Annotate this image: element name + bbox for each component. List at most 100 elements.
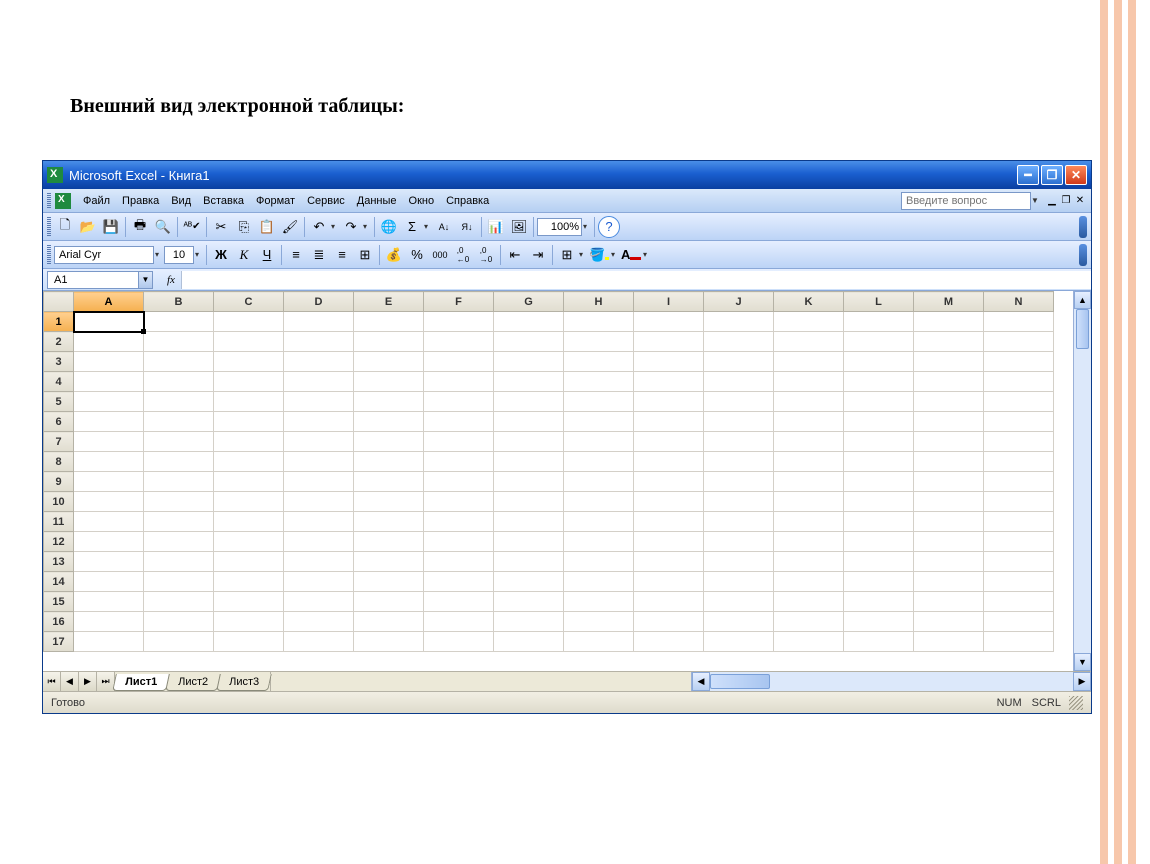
cell[interactable] bbox=[914, 432, 984, 452]
cell[interactable] bbox=[494, 372, 564, 392]
cell[interactable] bbox=[424, 312, 494, 332]
cell[interactable] bbox=[634, 592, 704, 612]
row-header[interactable]: 1 bbox=[44, 312, 74, 332]
tab-next-icon[interactable]: ▶ bbox=[79, 672, 97, 691]
cell[interactable] bbox=[704, 592, 774, 612]
cell[interactable] bbox=[774, 512, 844, 532]
cell[interactable] bbox=[704, 532, 774, 552]
cell[interactable] bbox=[144, 492, 214, 512]
cell[interactable] bbox=[284, 392, 354, 412]
cell[interactable] bbox=[564, 532, 634, 552]
open-icon[interactable]: 📂 bbox=[77, 216, 99, 238]
help-search-input[interactable] bbox=[901, 192, 1031, 210]
cell[interactable] bbox=[74, 492, 144, 512]
cell[interactable] bbox=[634, 472, 704, 492]
cell[interactable] bbox=[774, 452, 844, 472]
cell[interactable] bbox=[214, 452, 284, 472]
cell[interactable] bbox=[704, 312, 774, 332]
cell[interactable] bbox=[354, 432, 424, 452]
cell[interactable] bbox=[774, 572, 844, 592]
cell[interactable] bbox=[74, 312, 144, 332]
cell[interactable] bbox=[494, 432, 564, 452]
cell[interactable] bbox=[74, 572, 144, 592]
toolbar-end-grip[interactable] bbox=[1079, 216, 1087, 238]
scroll-down-icon[interactable]: ▼ bbox=[1074, 653, 1091, 671]
cell[interactable] bbox=[494, 392, 564, 412]
mdi-restore-button[interactable]: ❐ bbox=[1059, 195, 1073, 206]
cell[interactable] bbox=[984, 532, 1054, 552]
cell[interactable] bbox=[354, 332, 424, 352]
cell[interactable] bbox=[984, 392, 1054, 412]
cell[interactable] bbox=[214, 332, 284, 352]
chart-wizard-icon[interactable]: 📊 bbox=[485, 216, 507, 238]
cell[interactable] bbox=[284, 492, 354, 512]
cell[interactable] bbox=[214, 352, 284, 372]
cell[interactable] bbox=[284, 632, 354, 652]
cell[interactable] bbox=[354, 412, 424, 432]
tab-prev-icon[interactable]: ◀ bbox=[61, 672, 79, 691]
cell[interactable] bbox=[144, 412, 214, 432]
cell[interactable] bbox=[704, 452, 774, 472]
row-header[interactable]: 4 bbox=[44, 372, 74, 392]
column-header[interactable]: F bbox=[424, 292, 494, 312]
cell[interactable] bbox=[74, 532, 144, 552]
borders-dropdown-icon[interactable]: ▾ bbox=[579, 250, 587, 259]
cell[interactable] bbox=[74, 432, 144, 452]
cell[interactable] bbox=[144, 452, 214, 472]
cell[interactable] bbox=[774, 552, 844, 572]
cell[interactable] bbox=[424, 372, 494, 392]
cell[interactable] bbox=[634, 632, 704, 652]
cell[interactable] bbox=[984, 612, 1054, 632]
zoom-dropdown-icon[interactable]: ▾ bbox=[583, 222, 591, 231]
cell[interactable] bbox=[634, 352, 704, 372]
row-header[interactable]: 5 bbox=[44, 392, 74, 412]
cell[interactable] bbox=[494, 352, 564, 372]
cell[interactable] bbox=[704, 572, 774, 592]
print-icon[interactable]: 🖶 bbox=[129, 216, 151, 238]
cell[interactable] bbox=[424, 632, 494, 652]
align-center-icon[interactable]: ≣ bbox=[308, 244, 330, 266]
cell[interactable] bbox=[914, 352, 984, 372]
sheet-tab[interactable]: Лист3 bbox=[216, 674, 272, 691]
cell[interactable] bbox=[354, 552, 424, 572]
cell[interactable] bbox=[564, 392, 634, 412]
cell[interactable] bbox=[144, 332, 214, 352]
cell[interactable] bbox=[844, 612, 914, 632]
menu-insert[interactable]: Вставка bbox=[197, 193, 250, 209]
cell[interactable] bbox=[704, 432, 774, 452]
mdi-close-button[interactable]: ✕ bbox=[1073, 195, 1087, 206]
cell[interactable] bbox=[494, 412, 564, 432]
sheet-tab-active[interactable]: Лист1 bbox=[112, 674, 170, 691]
cell[interactable] bbox=[564, 592, 634, 612]
cell[interactable] bbox=[424, 552, 494, 572]
column-header[interactable]: D bbox=[284, 292, 354, 312]
column-header[interactable]: L bbox=[844, 292, 914, 312]
redo-icon[interactable]: ↷ bbox=[340, 216, 362, 238]
cell[interactable] bbox=[144, 512, 214, 532]
cell[interactable] bbox=[634, 512, 704, 532]
cell[interactable] bbox=[774, 612, 844, 632]
column-header[interactable]: M bbox=[914, 292, 984, 312]
cell[interactable] bbox=[634, 312, 704, 332]
cell[interactable] bbox=[914, 312, 984, 332]
cell[interactable] bbox=[354, 452, 424, 472]
cell[interactable] bbox=[634, 552, 704, 572]
cell[interactable] bbox=[984, 412, 1054, 432]
cell[interactable] bbox=[144, 632, 214, 652]
row-header[interactable]: 17 bbox=[44, 632, 74, 652]
cell[interactable] bbox=[214, 432, 284, 452]
cell[interactable] bbox=[424, 532, 494, 552]
toolbar-handle[interactable] bbox=[47, 217, 51, 237]
cell[interactable] bbox=[984, 312, 1054, 332]
cell[interactable] bbox=[564, 492, 634, 512]
cell[interactable] bbox=[914, 612, 984, 632]
cell[interactable] bbox=[844, 472, 914, 492]
menu-edit[interactable]: Правка bbox=[116, 193, 165, 209]
cell[interactable] bbox=[564, 332, 634, 352]
cell[interactable] bbox=[284, 552, 354, 572]
cell[interactable] bbox=[984, 572, 1054, 592]
cell[interactable] bbox=[844, 312, 914, 332]
row-header[interactable]: 7 bbox=[44, 432, 74, 452]
cell[interactable] bbox=[774, 532, 844, 552]
cell[interactable] bbox=[774, 432, 844, 452]
